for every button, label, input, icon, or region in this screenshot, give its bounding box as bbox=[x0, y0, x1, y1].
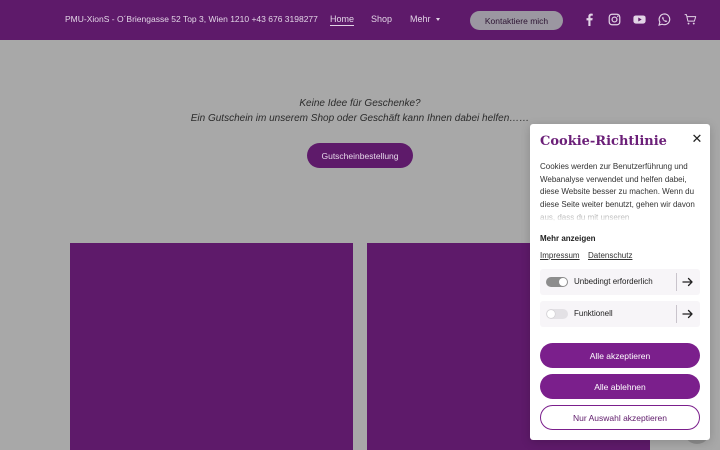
nav-mehr[interactable]: Mehr bbox=[410, 14, 440, 24]
close-icon[interactable]: ✕ bbox=[690, 132, 704, 146]
accept-selection-button[interactable]: Nur Auswahl akzeptieren bbox=[540, 405, 700, 430]
nav-mehr-label: Mehr bbox=[410, 14, 431, 24]
row-divider bbox=[676, 273, 677, 291]
row-divider bbox=[676, 305, 677, 323]
required-toggle[interactable] bbox=[546, 277, 568, 287]
whatsapp-icon[interactable] bbox=[658, 13, 671, 26]
youtube-icon[interactable] bbox=[633, 13, 646, 26]
required-label: Unbedingt erforderlich bbox=[574, 277, 653, 286]
intro-line-1: Keine Idee für Geschenke? bbox=[299, 98, 421, 109]
contact-button[interactable]: Kontaktiere mich bbox=[470, 11, 563, 30]
cookie-title: Cookie-Richtlinie bbox=[540, 134, 667, 149]
instagram-icon[interactable] bbox=[608, 13, 621, 26]
facebook-icon[interactable] bbox=[583, 13, 596, 26]
toggle-knob bbox=[559, 278, 567, 286]
site-header: PMU-XionS - O´Briengasse 52 Top 3, Wien … bbox=[0, 0, 720, 40]
nav-home[interactable]: Home bbox=[330, 14, 355, 26]
impressum-link[interactable]: Impressum bbox=[540, 251, 580, 260]
cookie-category-required: Unbedingt erforderlich bbox=[540, 269, 700, 295]
site-brand[interactable]: PMU-XionS - O´Briengasse 52 Top 3, Wien … bbox=[65, 14, 318, 24]
content-card-left[interactable] bbox=[70, 243, 353, 450]
text-fade bbox=[540, 206, 703, 222]
arrow-right-icon[interactable] bbox=[681, 307, 695, 321]
cookie-dialog: Cookie-Richtlinie ✕ Cookies werden zur B… bbox=[530, 124, 710, 440]
show-more-link[interactable]: Mehr anzeigen bbox=[540, 234, 596, 243]
functional-label: Funktionell bbox=[574, 309, 613, 318]
gift-voucher-button[interactable]: Gutscheinbestellung bbox=[307, 143, 413, 168]
caret-down-icon bbox=[435, 18, 440, 22]
cookie-category-functional: Funktionell bbox=[540, 301, 700, 327]
datenschutz-link[interactable]: Datenschutz bbox=[588, 251, 632, 260]
toggle-knob bbox=[547, 310, 555, 318]
arrow-right-icon[interactable] bbox=[681, 275, 695, 289]
functional-toggle[interactable] bbox=[546, 309, 568, 319]
accept-all-button[interactable]: Alle akzeptieren bbox=[540, 343, 700, 368]
nav-shop[interactable]: Shop bbox=[371, 14, 392, 24]
cart-icon[interactable] bbox=[684, 13, 697, 26]
reject-all-button[interactable]: Alle ablehnen bbox=[540, 374, 700, 399]
